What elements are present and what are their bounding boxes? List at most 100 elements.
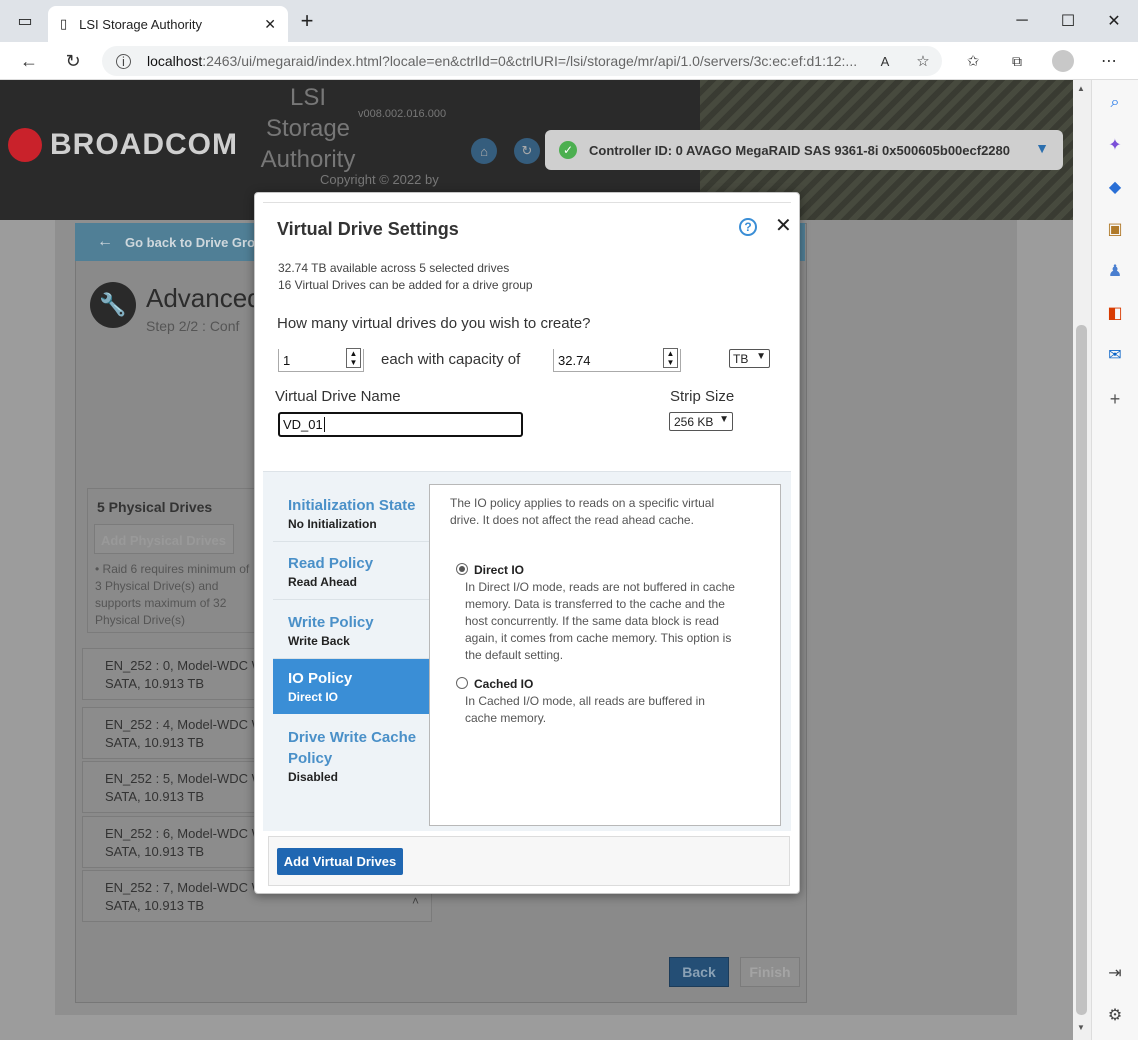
check-icon: ✓ [559,141,577,159]
chevron-down-icon: ▼ [1035,140,1049,156]
outlook-icon[interactable]: ✉ [1104,344,1126,366]
setting-value: Disabled [288,770,339,784]
tab-title: LSI Storage Authority [79,16,203,32]
capacity-value: 32.74 [558,352,591,368]
more-menu-icon[interactable]: ⋯ [1094,46,1124,76]
broadcom-mark-icon [8,128,42,162]
stepper-arrows-icon[interactable]: ▲ ▼ [346,348,361,368]
help-icon[interactable]: ? [739,218,757,236]
settings-gear-icon[interactable]: ⚙ [1104,1004,1126,1026]
add-physical-drives-button[interactable]: Add Physical Drives [94,524,234,554]
io-policy-description: The IO policy applies to reads on a spec… [450,496,715,527]
close-icon[interactable]: ✕ [775,213,792,238]
profile-avatar[interactable] [1048,46,1078,76]
close-window-icon[interactable]: ✕ [1097,4,1131,38]
chevron-up-icon[interactable]: ˄ [412,894,419,908]
url-field[interactable]: i localhost:2463/ui/megaraid/index.html?… [102,46,942,76]
games-icon[interactable]: ♟ [1104,260,1126,282]
add-icon[interactable]: + [1104,388,1126,410]
capacity-stepper[interactable]: 32.74 ▲ ▼ [553,348,681,372]
cached-io-label[interactable]: Cached IO [474,677,533,691]
new-tab-icon[interactable]: + [290,4,324,38]
copyright: Copyright © 2022 by [320,172,439,187]
chevron-down-icon: ▼ [719,414,729,425]
strip-size-value: 256 KB [674,414,714,429]
stepper-arrows-icon[interactable]: ▲ ▼ [663,348,678,368]
maximize-icon[interactable]: ☐ [1051,4,1085,38]
available-capacity-text: 32.74 TB available across 5 selected dri… [278,261,510,275]
office-icon[interactable]: ◧ [1104,302,1126,324]
vd-name-value: VD_01 [283,417,323,432]
back-button[interactable]: Back [669,957,729,987]
cached-io-radio[interactable] [456,677,468,689]
app-version: v008.002.016.000 [358,108,447,120]
setting-value: Write Back [288,634,350,648]
favorites-icon[interactable]: ✩ [958,46,988,76]
tab-write-policy[interactable]: Write Policy Write Back [273,607,429,659]
tab-io-policy[interactable]: IO Policy Direct IO [273,659,429,714]
dialog-title: Virtual Drive Settings [277,219,459,239]
virtual-drive-settings-dialog: Virtual Drive Settings ? ✕ 32.74 TB avai… [254,192,800,894]
vd-count-stepper[interactable]: 1 ▲ ▼ [278,348,364,372]
setting-value: No Initialization [288,517,377,531]
scroll-down-arrow-icon[interactable]: ▼ [1077,1023,1085,1032]
raid-requirement-note: • Raid 6 requires minimum of 3 Physical … [95,562,250,627]
vd-count-limit-text: 16 Virtual Drives can be added for a dri… [278,278,533,292]
setting-name: Drive Write Cache Policy [288,729,417,767]
close-tab-icon[interactable]: ✕ [264,16,276,33]
hide-sidebar-icon[interactable]: ⇥ [1104,962,1126,984]
app-name: LSI Storage Authority [260,84,356,173]
setting-value: Direct IO [288,690,339,704]
scrollbar-thumb[interactable] [1076,325,1087,1015]
copilot-icon[interactable]: ✦ [1104,134,1126,156]
tools-icon[interactable]: ▣ [1104,218,1126,240]
go-back-label: Go back to Drive Grou [125,235,263,250]
strip-size-select[interactable]: 256 KB ▼ [669,412,733,431]
setting-name: Initialization State [288,497,416,514]
tab-read-policy[interactable]: Read Policy Read Ahead [273,548,429,600]
brand-name: BROADCOM [50,128,238,161]
wrench-icon: 🔧 [90,282,136,328]
browser-tab[interactable]: ▯ LSI Storage Authority ✕ [48,6,288,42]
browser-tab-bar: ▭ ▯ LSI Storage Authority ✕ + ─ ☐ ✕ [0,0,1138,42]
browser-sidebar: ⌕ ✦ ◆ ▣ ♟ ◧ ✉ + ⇥ ⚙ [1091,80,1138,1040]
search-icon[interactable]: ⌕ [1104,92,1126,114]
refresh-icon[interactable]: ↻ [58,46,88,76]
read-aloud-icon[interactable]: A [870,46,900,76]
page-icon: ▯ [60,16,68,31]
info-icon[interactable]: i [116,53,131,69]
finish-button[interactable]: Finish [740,957,800,987]
chevron-down-icon: ▼ [756,351,766,362]
scroll-up-arrow-icon[interactable]: ▲ [1077,84,1085,93]
address-bar: ← ↻ i localhost:2463/ui/megaraid/index.h… [0,42,1138,80]
minimize-icon[interactable]: ─ [1005,4,1039,38]
shopping-icon[interactable]: ◆ [1104,176,1126,198]
direct-io-label[interactable]: Direct IO [474,563,524,577]
controller-selector[interactable]: ✓ Controller ID: 0 AVAGO MegaRAID SAS 93… [545,130,1063,170]
setting-value: Read Ahead [288,575,357,589]
add-virtual-drives-button[interactable]: Add Virtual Drives [277,848,403,875]
url-path: :2463/ui/megaraid/index.html?locale=en&c… [202,53,858,69]
arrow-left-icon: ← [97,233,113,250]
tab-drive-write-cache-policy[interactable]: Drive Write Cache Policy Disabled [273,722,429,790]
page-scrollbar[interactable]: ▲ ▼ [1073,80,1090,1040]
tab-actions-icon[interactable]: ▭ [8,4,42,38]
wizard-step: Step 2/2 : Conf [146,318,240,334]
capacity-unit-select[interactable]: TB ▼ [729,349,770,368]
broadcom-logo: BROADCOM [8,128,238,162]
tab-initialization-state[interactable]: Initialization State No Initialization [273,490,429,542]
direct-io-radio[interactable] [456,563,468,575]
back-arrow-icon[interactable]: ← [14,46,44,76]
drive-size: SATA, 10.913 TB [105,898,204,913]
refresh-page-icon[interactable]: ↻ [514,138,540,164]
add-favorite-icon[interactable]: ☆ [908,46,938,76]
vd-name-input[interactable]: VD_01 [278,412,523,437]
collections-icon[interactable]: ⧉ [1002,46,1032,76]
setting-name: Write Policy [288,614,374,631]
wizard-title: Advanced [146,283,262,313]
vd-name-label: Virtual Drive Name [275,388,401,405]
url-host: localhost [147,53,203,69]
io-policy-detail-panel: The IO policy applies to reads on a spec… [429,484,781,826]
home-icon[interactable]: ⌂ [471,138,497,164]
setting-name: Read Policy [288,555,374,572]
